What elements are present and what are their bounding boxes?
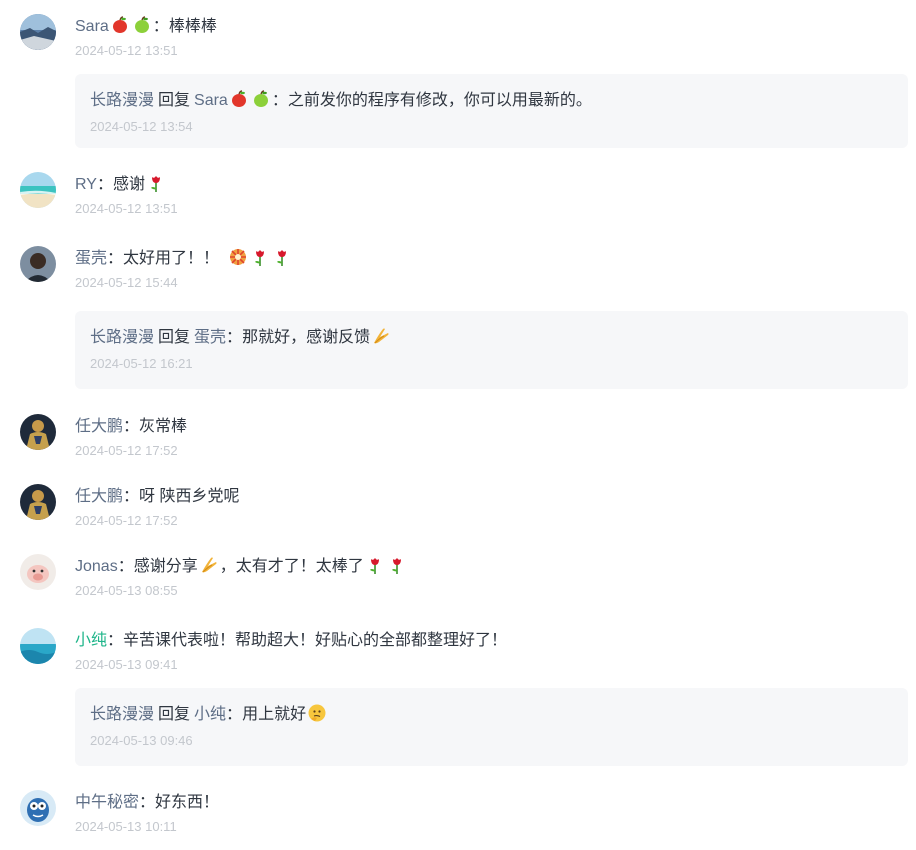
rose-icon — [250, 247, 270, 267]
comment-author[interactable]: 小纯 — [75, 632, 107, 649]
reply-box: 长路漫漫 回复 蛋壳：那就好，感谢反馈 2024-05-12 16:21 — [75, 311, 908, 389]
reply-content: 之前发你的程序有修改，你可以用最新的。 — [287, 92, 592, 109]
reply-content: 用上就好 — [242, 706, 307, 723]
rose-icon — [387, 555, 407, 575]
comment-text-line: 任大鹏：呀 陕西乡党呢 — [75, 484, 908, 510]
comment-text-line: Jonas：感谢分享 ，太有才了！太棒了 — [75, 554, 908, 580]
comment-timestamp: 2024-05-12 17:52 — [75, 513, 178, 528]
avatar[interactable] — [20, 628, 56, 664]
rose-icon — [365, 555, 385, 575]
comment-colon: ： — [123, 418, 140, 435]
reply-target[interactable]: Sara — [194, 92, 228, 109]
comment-author[interactable]: Sara — [75, 18, 109, 35]
comment-colon: ： — [107, 250, 124, 267]
comment-content: 太好用了！！ — [123, 250, 220, 267]
reply-text-line: 长路漫漫 回复 Sara ：之前发你的程序有修改，你可以用最新的。 — [90, 88, 592, 114]
comment-timestamp: 2024-05-13 10:11 — [75, 819, 177, 834]
comment-text-line: RY：感谢 — [75, 172, 908, 198]
comment-colon: ： — [107, 632, 124, 649]
reply-author[interactable]: 长路漫漫 — [90, 329, 154, 346]
reply-colon: ： — [226, 329, 243, 346]
comment-author[interactable]: 任大鹏 — [75, 488, 123, 505]
reply-author[interactable]: 长路漫漫 — [90, 706, 154, 723]
apple-red-icon — [110, 15, 130, 35]
avatar-armored-figure — [20, 414, 56, 450]
comment-timestamp: 2024-05-13 09:41 — [75, 657, 178, 672]
avatar-cartoon-face — [20, 790, 56, 826]
avatar[interactable] — [20, 246, 56, 282]
avatar-person-dark — [20, 246, 56, 282]
comment-content: 辛苦课代表啦！帮助超大！好贴心的全部都整理好了！ — [123, 632, 508, 649]
comment-text-line: Sara ：棒棒棒 — [75, 14, 908, 40]
avatar-ocean — [20, 628, 56, 664]
avatar[interactable] — [20, 14, 56, 50]
apple-red-icon — [229, 89, 249, 109]
avatar-armored-figure — [20, 484, 56, 520]
avatar-landscape-rocks — [20, 14, 56, 50]
avatar-beach — [20, 172, 56, 208]
avatar[interactable] — [20, 554, 56, 590]
reply-box: 长路漫漫 回复 小纯：用上就好 2024-05-13 09:46 — [75, 688, 908, 766]
avatar[interactable] — [20, 790, 56, 826]
apple-green-icon — [251, 89, 271, 109]
thinking-face-icon — [307, 703, 327, 723]
avatar[interactable] — [20, 172, 56, 208]
praying-hands-icon — [199, 555, 219, 575]
comment-thread: Sara ：棒棒棒 2024-05-12 13:51 长路漫漫 回复 Sara ：之前发… — [0, 0, 916, 850]
reply-timestamp: 2024-05-12 16:21 — [90, 356, 193, 371]
avatar[interactable] — [20, 414, 56, 450]
comment-content-part: ，太有才了！太棒了 — [219, 558, 364, 575]
comment-colon: ： — [152, 18, 169, 35]
reply-target[interactable]: 蛋壳 — [194, 329, 226, 346]
reply-keyword: 回复 — [158, 706, 191, 723]
comment-author[interactable]: 蛋壳 — [75, 250, 107, 267]
comment-content-part: 感谢分享 — [133, 558, 198, 575]
reply-target[interactable]: 小纯 — [194, 706, 226, 723]
rose-icon — [272, 247, 292, 267]
comment-colon: ： — [123, 488, 140, 505]
comment-text-line: 蛋壳：太好用了！！ — [75, 246, 908, 272]
comment-author[interactable]: 任大鹏 — [75, 418, 123, 435]
comment-content: 好东西！ — [155, 794, 220, 811]
praying-hands-icon — [371, 326, 391, 346]
comment-timestamp: 2024-05-12 17:52 — [75, 443, 178, 458]
reply-keyword: 回复 — [158, 329, 191, 346]
comment-content: 灰常棒 — [139, 418, 188, 435]
rose-icon — [146, 173, 166, 193]
party-popper-icon — [228, 247, 248, 267]
comment-colon: ： — [96, 176, 113, 193]
reply-colon: ： — [271, 92, 288, 109]
comment-author[interactable]: 中午秘密 — [75, 794, 139, 811]
comment-author[interactable]: RY — [75, 176, 97, 193]
reply-content: 那就好，感谢反馈 — [242, 329, 371, 346]
comment-timestamp: 2024-05-12 13:51 — [75, 43, 178, 58]
reply-text-line: 长路漫漫 回复 蛋壳：那就好，感谢反馈 — [90, 325, 392, 351]
comment-text-line: 任大鹏：灰常棒 — [75, 414, 908, 440]
comment-content: 呀 陕西乡党呢 — [139, 488, 240, 505]
comment-text-line: 中午秘密：好东西！ — [75, 790, 908, 816]
comment-content: 感谢 — [112, 176, 145, 193]
reply-text-line: 长路漫漫 回复 小纯：用上就好 — [90, 702, 328, 728]
comment-timestamp: 2024-05-12 13:51 — [75, 201, 178, 216]
comment-timestamp: 2024-05-12 15:44 — [75, 275, 178, 290]
reply-timestamp: 2024-05-12 13:54 — [90, 119, 193, 134]
reply-colon: ： — [226, 706, 243, 723]
reply-keyword: 回复 — [158, 92, 191, 109]
reply-author[interactable]: 长路漫漫 — [90, 92, 154, 109]
reply-timestamp: 2024-05-13 09:46 — [90, 733, 193, 748]
apple-green-icon — [132, 15, 152, 35]
comment-author[interactable]: Jonas — [75, 558, 118, 575]
comment-timestamp: 2024-05-13 08:55 — [75, 583, 178, 598]
avatar[interactable] — [20, 484, 56, 520]
avatar-piglet — [20, 554, 56, 590]
comment-text-line: 小纯：辛苦课代表啦！帮助超大！好贴心的全部都整理好了！ — [75, 628, 908, 654]
reply-box: 长路漫漫 回复 Sara ：之前发你的程序有修改，你可以用最新的。 2024-05-1… — [75, 74, 908, 148]
comment-colon: ： — [139, 794, 156, 811]
comment-content: 棒棒棒 — [168, 18, 217, 35]
comment-colon: ： — [117, 558, 134, 575]
